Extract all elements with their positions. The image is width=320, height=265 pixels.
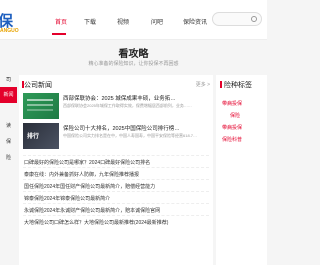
sidebar-item-3[interactable]: 读: [0, 119, 17, 133]
sidebar-item-4[interactable]: 保: [0, 135, 17, 149]
list-item-title[interactable]: 国任保险2024年国任财产保险公司最新简介，赔偿经营能力: [24, 183, 155, 190]
page: 保 ANGUO 首页 下载 视频 问吧 保险资讯 看攻略 精心准备的保险知识，让…: [0, 0, 267, 265]
news-panel: 公司新闻 更多 > 西部保联协会：2025 城保成果丰硕，业务拓… 西部保联协会…: [19, 75, 213, 265]
featured-article[interactable]: 西部保联协会：2025 城保成果丰硕，业务拓… 西部保联协会2025年城保工作取…: [23, 91, 211, 121]
tag-link[interactable]: 带病投保: [222, 124, 267, 131]
list-item-title[interactable]: 永诚保险2024年永诚财产保险公司最新简介，赔本诚保险官网: [24, 207, 160, 214]
nav-home[interactable]: 首页: [55, 17, 67, 26]
more-link[interactable]: 更多 >: [196, 81, 210, 88]
thumbnail-graphic: [27, 99, 53, 101]
site-logo[interactable]: 保 ANGUO: [0, 6, 30, 34]
nav-insurance-news[interactable]: 保险资讯: [183, 17, 207, 26]
section-title: 公司新闻: [24, 82, 52, 89]
article-thumbnail[interactable]: [23, 93, 59, 119]
search-icon[interactable]: [251, 16, 257, 22]
thumbnail-label: 排行: [27, 134, 40, 140]
article-title[interactable]: 保险公司十大排名，2025中国保险公司排行榜…: [63, 124, 209, 132]
list-item[interactable]: 国任保险2024年国任财产保险公司最新简介，赔偿经营能力: [23, 179, 209, 191]
sidebar-item-1[interactable]: 司: [0, 73, 17, 87]
article-summary: 中国保险公司实力排名是在中，中国人寿国寿，中国平安保险等经营618.7…: [63, 133, 198, 138]
list-item-title[interactable]: 泰康在线：内外兼备抓好人防御，九年保险推荐播报: [24, 171, 139, 178]
sidebar-item-news[interactable]: 新闻: [0, 87, 17, 103]
list-item-title[interactable]: 口碑最好的保险公司是哪家？2024口碑最好保险公司排名: [24, 159, 150, 166]
tag-accent-bar: [220, 81, 222, 88]
tag-panel-title: 险种标签: [224, 82, 252, 89]
list-item[interactable]: 泰康在线：内外兼备抓好人防御，九年保险推荐播报: [23, 167, 209, 179]
article-summary: 西部保联协会2025年城保工作取得实效，保费增幅居西部前列，业务……: [63, 103, 192, 108]
list-item[interactable]: 永诚保险2024年永诚财产保险公司最新简介，赔本诚保险官网: [23, 203, 209, 215]
tag-link[interactable]: 保险: [230, 112, 267, 119]
list-item-title[interactable]: 大地保险公司口碑怎么样？大地保险公司最新推荐(2024最新推荐): [24, 219, 168, 226]
hero-banner: 看攻略 精心准备的保险知识，让你投保不再困惑: [0, 41, 267, 73]
list-item-title[interactable]: 锦泰保险2024年锦泰保险公司最新简介: [24, 195, 110, 202]
tag-panel: 险种标签 带病投保 保险 带病投保 保险科普: [216, 75, 267, 265]
nav-active-indicator: [52, 33, 66, 35]
tag-panel-header: 险种标签: [216, 78, 267, 90]
article-title[interactable]: 西部保联协会：2025 城保成果丰硕，业务拓…: [63, 94, 209, 102]
page-subtitle: 精心准备的保险知识，让你投保不再困惑: [88, 61, 179, 67]
list-item[interactable]: 口碑最好的保险公司是哪家？2024口碑最好保险公司排名: [23, 155, 209, 167]
category-sidebar: 司 新闻 读 保 险: [0, 73, 17, 265]
nav-qa[interactable]: 问吧: [151, 17, 163, 26]
article-thumbnail[interactable]: 排行: [23, 123, 59, 149]
nav-download[interactable]: 下载: [84, 17, 96, 26]
sidebar-item-5[interactable]: 险: [0, 151, 17, 165]
list-item[interactable]: 锦泰保险2024年锦泰保险公司最新简介: [23, 191, 209, 203]
tag-link[interactable]: 带病投保: [222, 100, 267, 107]
top-navigation: 保 ANGUO 首页 下载 视频 问吧 保险资讯: [0, 0, 267, 40]
nav-video[interactable]: 视频: [117, 17, 129, 26]
list-item[interactable]: 大地保险公司口碑怎么样？大地保险公司最新推荐(2024最新推荐): [23, 215, 209, 227]
logo-tagline: ANGUO: [0, 28, 19, 34]
page-title: 看攻略: [118, 49, 149, 60]
tag-link[interactable]: 保险科普: [222, 136, 267, 143]
featured-article[interactable]: 排行 保险公司十大排名，2025中国保险公司排行榜… 中国保险公司实力排名是在中…: [23, 121, 211, 151]
search-input[interactable]: [212, 12, 262, 26]
section-header: 公司新闻 更多 >: [22, 78, 210, 90]
